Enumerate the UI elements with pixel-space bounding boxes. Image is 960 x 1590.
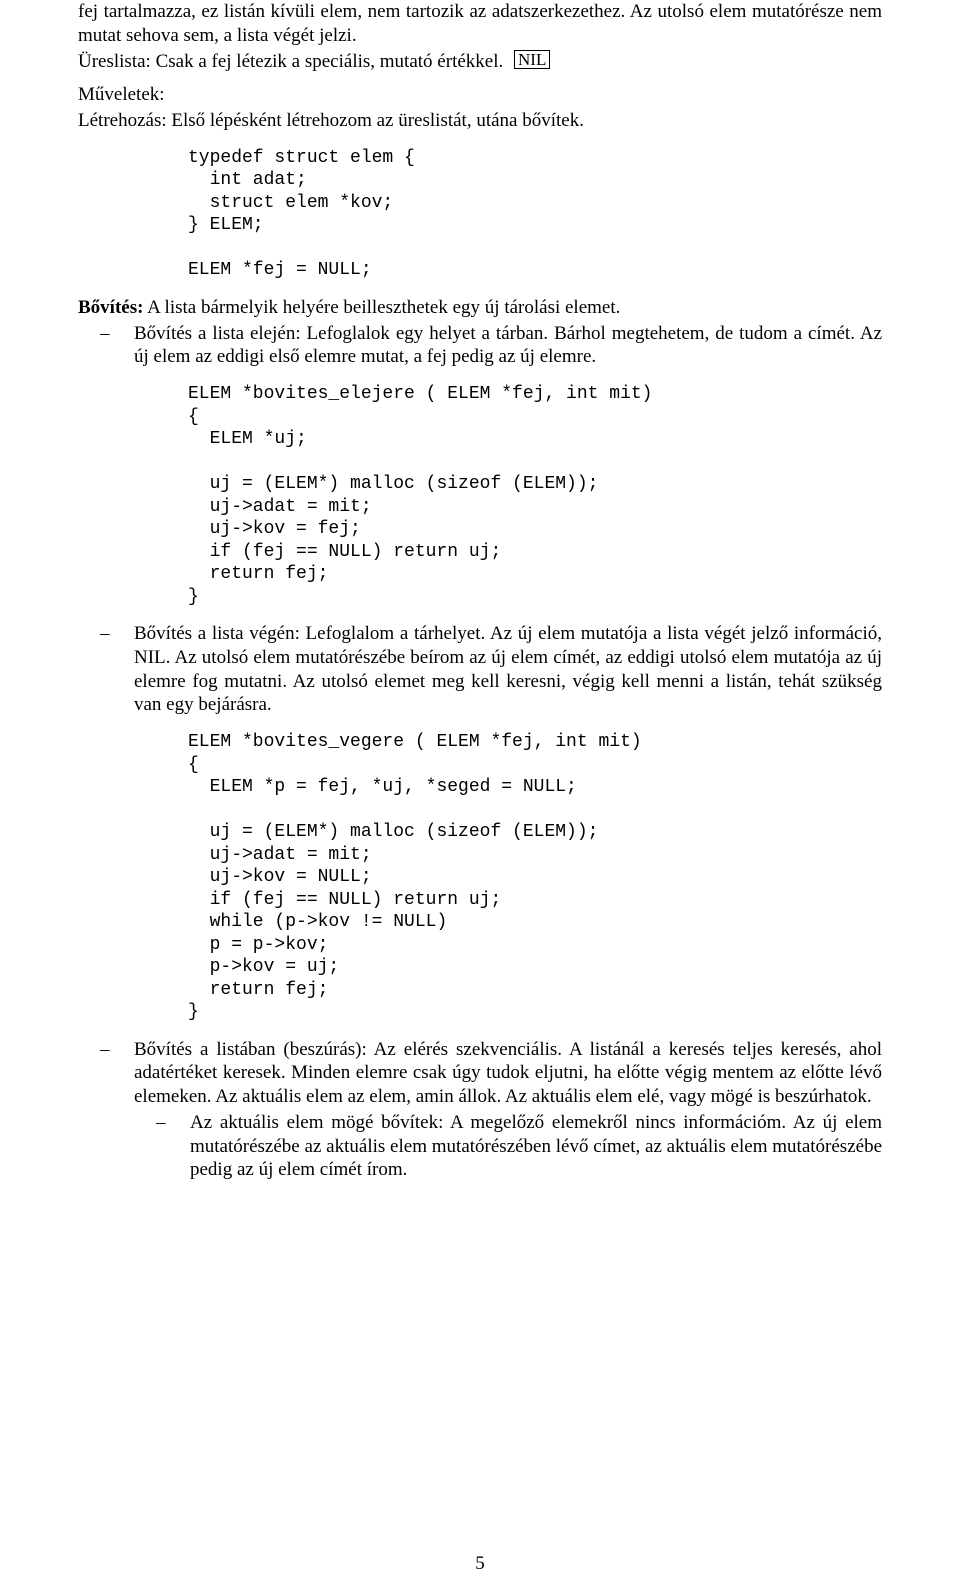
paragraph-intro-1: fej tartalmazza, ez listán kívüli elem, … xyxy=(78,0,882,48)
bullet-dash: – xyxy=(78,322,134,370)
bullet-content: Bővítés a listában (beszúrás): Az elérés… xyxy=(134,1038,882,1109)
bullet-bovites-vegen: – Bővítés a lista végén: Lefoglalom a tá… xyxy=(78,622,882,717)
code-bovites-vegere: ELEM *bovites_vegere ( ELEM *fej, int mi… xyxy=(188,731,882,1024)
bovites-label: Bővítés: xyxy=(78,297,143,318)
bullet-dash: – xyxy=(78,1038,134,1109)
ureslista-text: Üreslista: Csak a fej létezik a speciáli… xyxy=(78,51,503,72)
letrehozas-label: Létrehozás: xyxy=(78,110,167,131)
bullet-content: Az aktuális elem mögé bővítek: A megelőz… xyxy=(190,1111,882,1182)
paragraph-letrehozas: Létrehozás: Első lépésként létrehozom az… xyxy=(78,109,882,133)
bullet-dash: – xyxy=(134,1111,190,1182)
bovites-intro-text: A lista bármelyik helyére beilleszthetek… xyxy=(143,297,620,318)
code-bovites-elejere: ELEM *bovites_elejere ( ELEM *fej, int m… xyxy=(188,383,882,608)
paragraph-ureslista: Üreslista: Csak a fej létezik a speciáli… xyxy=(78,50,882,74)
bullet-bovites-moge: – Az aktuális elem mögé bővítek: A megel… xyxy=(134,1111,882,1182)
bullet-content: Bővítés a lista végén: Lefoglalom a tárh… xyxy=(134,622,882,717)
page-number: 5 xyxy=(0,1552,960,1576)
bullet-dash: – xyxy=(78,622,134,717)
bullet-content: Bővítés a lista elején: Lefoglalok egy h… xyxy=(134,322,882,370)
paragraph-muveletek: Műveletek: xyxy=(78,83,882,107)
code-typedef: typedef struct elem { int adat; struct e… xyxy=(188,147,882,282)
bullet-bovites-elejen: – Bővítés a lista elején: Lefoglalok egy… xyxy=(78,322,882,370)
bullet-bovites-beszuras: – Bővítés a listában (beszúrás): Az elér… xyxy=(78,1038,882,1109)
letrehozas-text: Első lépésként létrehozom az üreslistát,… xyxy=(167,110,584,131)
paragraph-bovites-intro: Bővítés: A lista bármelyik helyére beill… xyxy=(78,296,882,320)
nil-box: NIL xyxy=(514,50,550,69)
document-page: fej tartalmazza, ez listán kívüli elem, … xyxy=(0,0,960,1590)
